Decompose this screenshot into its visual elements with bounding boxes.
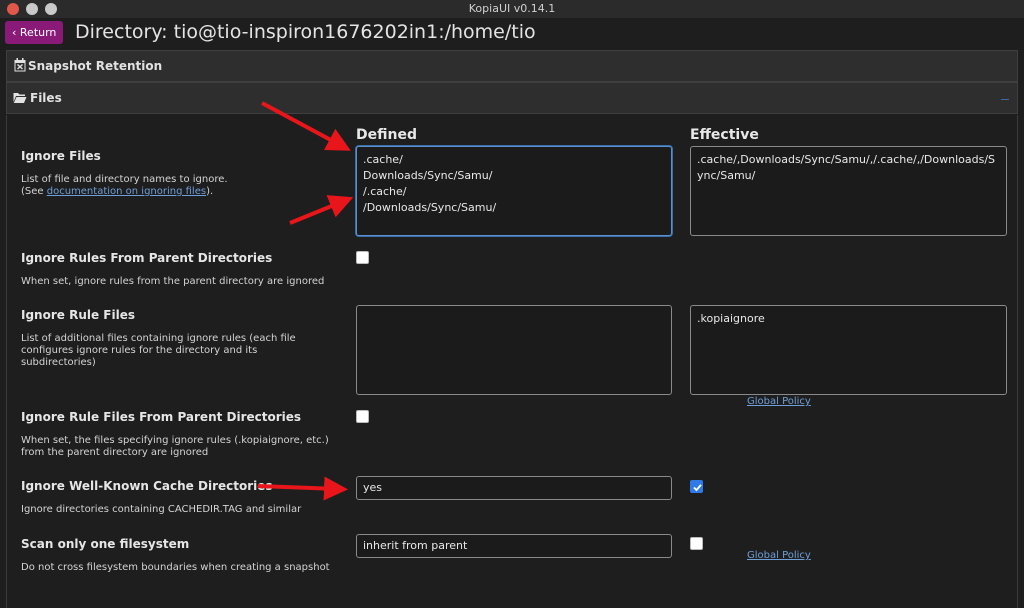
annotation-arrows (257, 101, 354, 501)
annotation-arrow (261, 101, 351, 151)
annotation-arrow (257, 476, 348, 501)
annotation-arrow (289, 195, 354, 225)
